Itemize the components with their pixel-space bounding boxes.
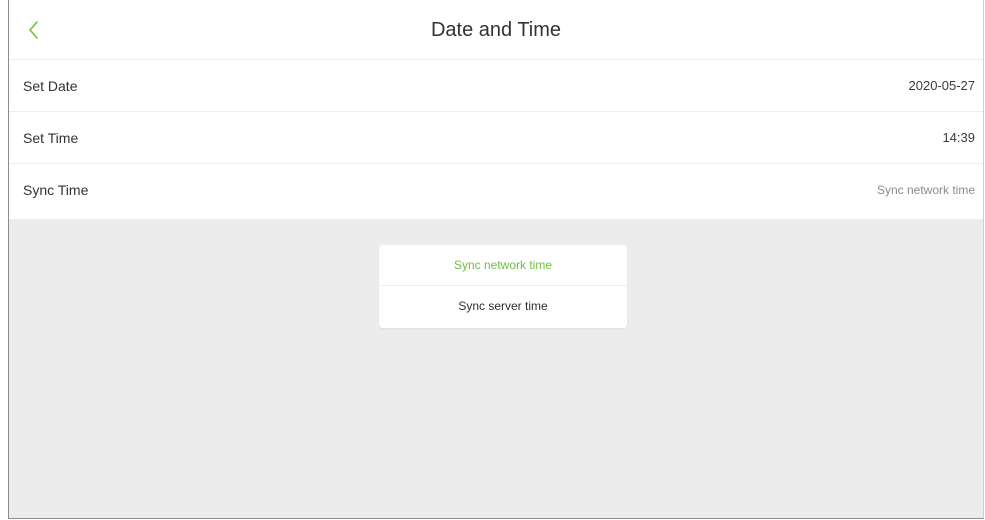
sync-options-popup: Sync network time Sync server time xyxy=(379,245,627,328)
sync-time-row[interactable]: Sync Time Sync network time xyxy=(9,164,983,219)
sync-server-time-option[interactable]: Sync server time xyxy=(379,286,627,327)
set-time-value: 14:39 xyxy=(942,130,975,145)
top-bar: Date and Time xyxy=(9,0,983,60)
sync-time-value: Sync network time xyxy=(876,183,975,197)
set-time-row[interactable]: Set Time 14:39 xyxy=(9,112,983,164)
screen: Date and Time Set Date 2020-05-27 Set Ti… xyxy=(8,0,984,519)
set-time-label: Set Time xyxy=(23,130,79,146)
set-date-value: 2020-05-27 xyxy=(908,78,976,93)
set-date-row[interactable]: Set Date 2020-05-27 xyxy=(9,60,983,112)
settings-list: Set Date 2020-05-27 Set Time 14:39 Sync … xyxy=(9,60,983,219)
page-title: Date and Time xyxy=(430,19,562,41)
set-date-label: Set Date xyxy=(23,78,78,94)
sync-time-label: Sync Time xyxy=(23,182,89,198)
sync-network-time-option[interactable]: Sync network time xyxy=(379,245,627,286)
